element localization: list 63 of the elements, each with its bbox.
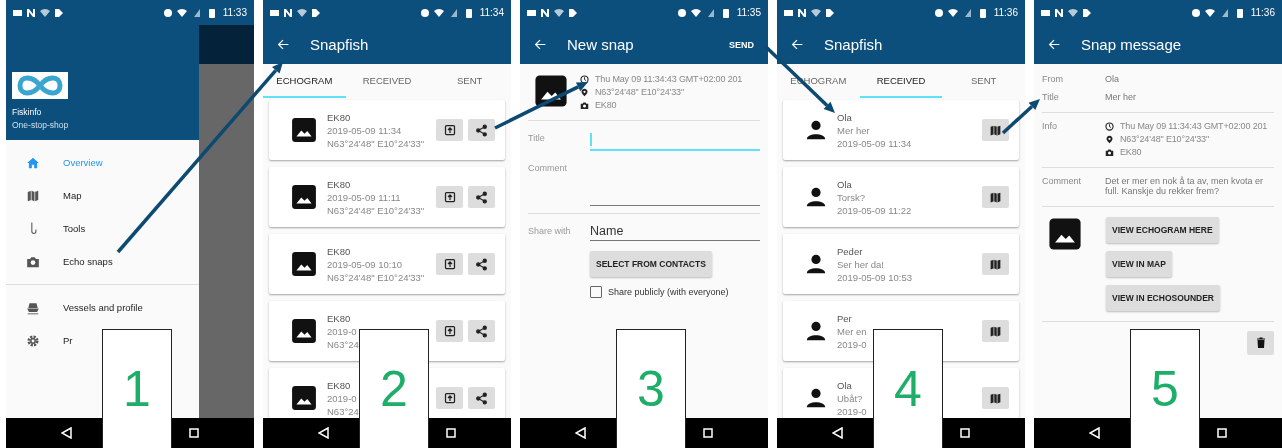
field-label: Share with bbox=[528, 225, 572, 236]
message-title: Mer en bbox=[837, 325, 868, 337]
comment-text: Det er mer en nok å ta av, men kvota er full. Kanskje du rekker frem? bbox=[1105, 176, 1264, 196]
sender-name: Ola bbox=[837, 178, 853, 190]
screen-title: Snapfish bbox=[824, 36, 884, 53]
snap-device: EK80 bbox=[595, 100, 617, 110]
message-title: Mer her bbox=[837, 124, 871, 136]
screen-title: New snap bbox=[567, 36, 635, 53]
status-time: 11:35 bbox=[736, 7, 761, 18]
echogram-time: 2019-05-09 11:11 bbox=[327, 191, 402, 203]
app-name: Fiskinfo bbox=[12, 107, 43, 117]
echogram-source: EK80 bbox=[327, 245, 352, 257]
snap-time: Thu May 09 11:34:43 GMT+02:00 201 bbox=[1120, 121, 1268, 131]
status-time: 11:34 bbox=[479, 7, 504, 18]
echogram-source: EK80 bbox=[327, 312, 352, 324]
checkbox-label: Share publicly (with everyone) bbox=[608, 287, 729, 297]
sender-name: Ola bbox=[837, 379, 853, 391]
echogram-source: EK80 bbox=[327, 379, 352, 391]
step-number-overlay: 3 bbox=[616, 329, 686, 448]
screen-title: Snapfish bbox=[310, 36, 370, 53]
field-label: From bbox=[1042, 74, 1064, 84]
echogram-position: N63°24 bbox=[327, 338, 360, 350]
field-label: Comment bbox=[1042, 176, 1082, 188]
status-time: 11:36 bbox=[1250, 7, 1275, 18]
echogram-position: N63°24'48" E10°24'33" bbox=[327, 204, 426, 216]
screen-title: Snap message bbox=[1081, 36, 1183, 53]
step-number-overlay: 4 bbox=[873, 329, 943, 448]
snap-position: N63°24'48" E10°24'33" bbox=[1120, 134, 1209, 144]
echogram-source: EK80 bbox=[327, 111, 352, 123]
snap-position: N63°24'48" E10°24'33" bbox=[595, 87, 684, 97]
snap-time: Thu May 09 11:34:43 GMT+02:00 201 bbox=[595, 74, 743, 84]
message-title: Ubåt? bbox=[837, 392, 864, 404]
message-time: 2019-0 bbox=[837, 405, 868, 417]
echogram-time: 2019-05-09 11:34 bbox=[327, 124, 403, 136]
sender-name: Peder bbox=[837, 245, 864, 257]
sender-name: Per bbox=[837, 312, 853, 324]
echogram-position: N63°24'48" E10°24'33" bbox=[327, 137, 426, 149]
field-label: Title bbox=[1042, 92, 1060, 102]
app-tagline: One-stop-shop bbox=[12, 120, 70, 130]
echogram-time: 2019-0 bbox=[327, 392, 358, 404]
step-number-overlay: 2 bbox=[359, 329, 429, 448]
message-title: Mer her bbox=[1105, 92, 1137, 102]
field-label: Title bbox=[528, 132, 546, 143]
message-time: 2019-05-09 11:34 bbox=[837, 137, 913, 149]
step-number-overlay: 1 bbox=[102, 329, 172, 448]
field-label: Comment bbox=[528, 162, 568, 173]
echogram-position: N63°24 bbox=[327, 405, 360, 417]
echogram-position: N63°24'48" E10°24'33" bbox=[327, 271, 426, 283]
echogram-source: EK80 bbox=[327, 178, 352, 190]
message-time: 2019-05-09 11:22 bbox=[837, 204, 913, 216]
snap-device: EK80 bbox=[1120, 147, 1142, 157]
field-label: Info bbox=[1042, 121, 1058, 133]
message-title: Ser her da! bbox=[837, 258, 885, 270]
message-time: 2019-05-09 10:53 bbox=[837, 271, 913, 283]
status-time: 11:36 bbox=[993, 7, 1018, 18]
message-time: 2019-0 bbox=[837, 338, 868, 350]
echogram-time: 2019-0 bbox=[327, 325, 358, 337]
message-title: Torsk? bbox=[837, 191, 866, 203]
sender-name: Ola bbox=[1105, 74, 1120, 84]
step-number-overlay: 5 bbox=[1130, 329, 1200, 448]
echogram-time: 2019-05-09 10:10 bbox=[327, 258, 403, 270]
sender-name: Ola bbox=[837, 111, 853, 123]
status-time: 11:33 bbox=[222, 7, 247, 18]
